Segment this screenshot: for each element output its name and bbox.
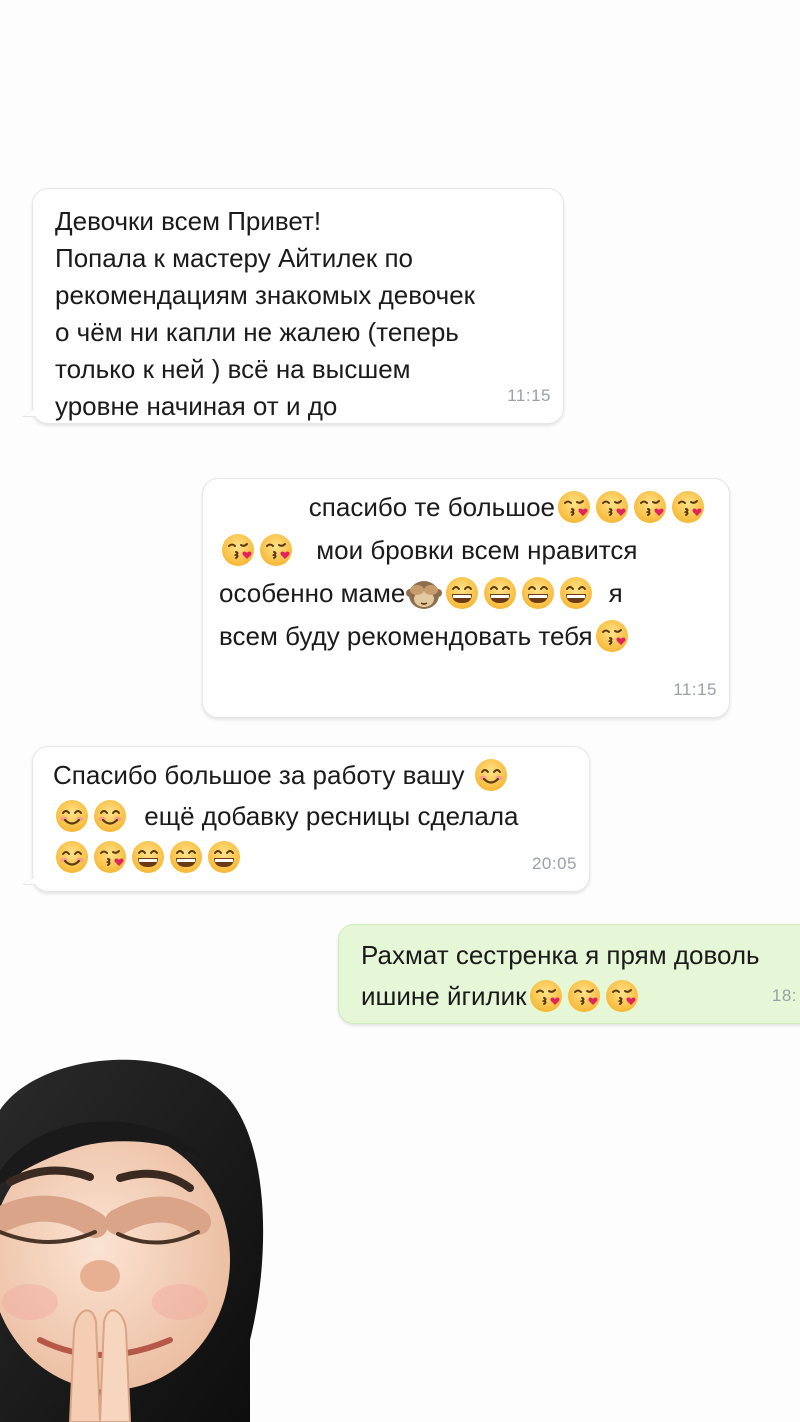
kiss-emoji (604, 978, 640, 1014)
message-text: мои бровки всем нравится (316, 535, 638, 565)
grin-emoji (482, 575, 518, 611)
message-line: ещё добавку ресницы сделала (53, 798, 569, 835)
message-bubble-outgoing[interactable]: Рахмат сестренка я прям доволь ишине йги… (338, 924, 800, 1024)
grin-emoji (206, 839, 242, 875)
smile-emoji (54, 798, 90, 834)
smile-emoji (54, 839, 90, 875)
smile-emoji (92, 798, 128, 834)
kiss-emoji (594, 618, 630, 654)
message-line: Спасибо большое за работу вашу (53, 757, 569, 794)
message-text: ещё добавку ресницы сделала (144, 801, 519, 831)
message-text: Спасибо большое за работу вашу (53, 760, 465, 790)
kiss-emoji (566, 978, 602, 1014)
cropped-bubble-container: Рахмат сестренка я прям доволь ишине йги… (0, 920, 800, 1030)
message-line: всем буду рекомендовать тебя (219, 618, 707, 655)
chat-view: Девочки всем Привет! Попала к мастеру Ай… (0, 0, 800, 1422)
message-line: Рахмат сестренка я прям доволь (361, 937, 800, 974)
kiss-emoji (258, 532, 294, 568)
grin-emoji (444, 575, 480, 611)
see-no-evil-monkey-emoji (406, 575, 442, 611)
smile-emoji (473, 757, 509, 793)
message-text: всем буду рекомендовать тебя (219, 621, 593, 651)
grin-emoji (168, 839, 204, 875)
message-text: спасибо те большое (308, 492, 555, 522)
message-bubble-incoming[interactable]: Спасибо большое за работу вашу ещё добав… (22, 746, 590, 892)
message-time: 18: (771, 986, 797, 1005)
message-line: мои бровки всем нравится (219, 532, 707, 569)
message-text: Девочки всем Привет! Попала к мастеру Ай… (55, 206, 476, 421)
kiss-emoji (528, 978, 564, 1014)
message-text: я (608, 578, 623, 608)
message-time: 11:15 (507, 386, 551, 405)
kiss-emoji (220, 532, 256, 568)
message-line: ишине йгилик (361, 978, 800, 1015)
message-time: 20:05 (531, 854, 577, 873)
grin-emoji (520, 575, 556, 611)
message-line (53, 839, 569, 876)
grin-emoji (130, 839, 166, 875)
kiss-emoji (556, 489, 592, 525)
message-text: ишине йгилик (361, 981, 527, 1011)
kiss-emoji (632, 489, 668, 525)
memoji-avatar-praying (0, 1059, 264, 1422)
kiss-emoji (594, 489, 630, 525)
message-time: 11:15 (673, 680, 717, 699)
kiss-emoji (670, 489, 706, 525)
message-line: спасибо те большое (219, 489, 707, 526)
message-text: особенно маме (219, 578, 406, 608)
message-bubble-outgoing[interactable]: спасибо те большое мои бровки всем нрави… (202, 478, 730, 718)
message-line: особенно маме я (219, 575, 707, 612)
message-text: Рахмат сестренка я прям доволь (361, 940, 760, 970)
kiss-emoji (92, 839, 128, 875)
grin-emoji (558, 575, 594, 611)
message-bubble-incoming[interactable]: Девочки всем Привет! Попала к мастеру Ай… (22, 188, 564, 424)
